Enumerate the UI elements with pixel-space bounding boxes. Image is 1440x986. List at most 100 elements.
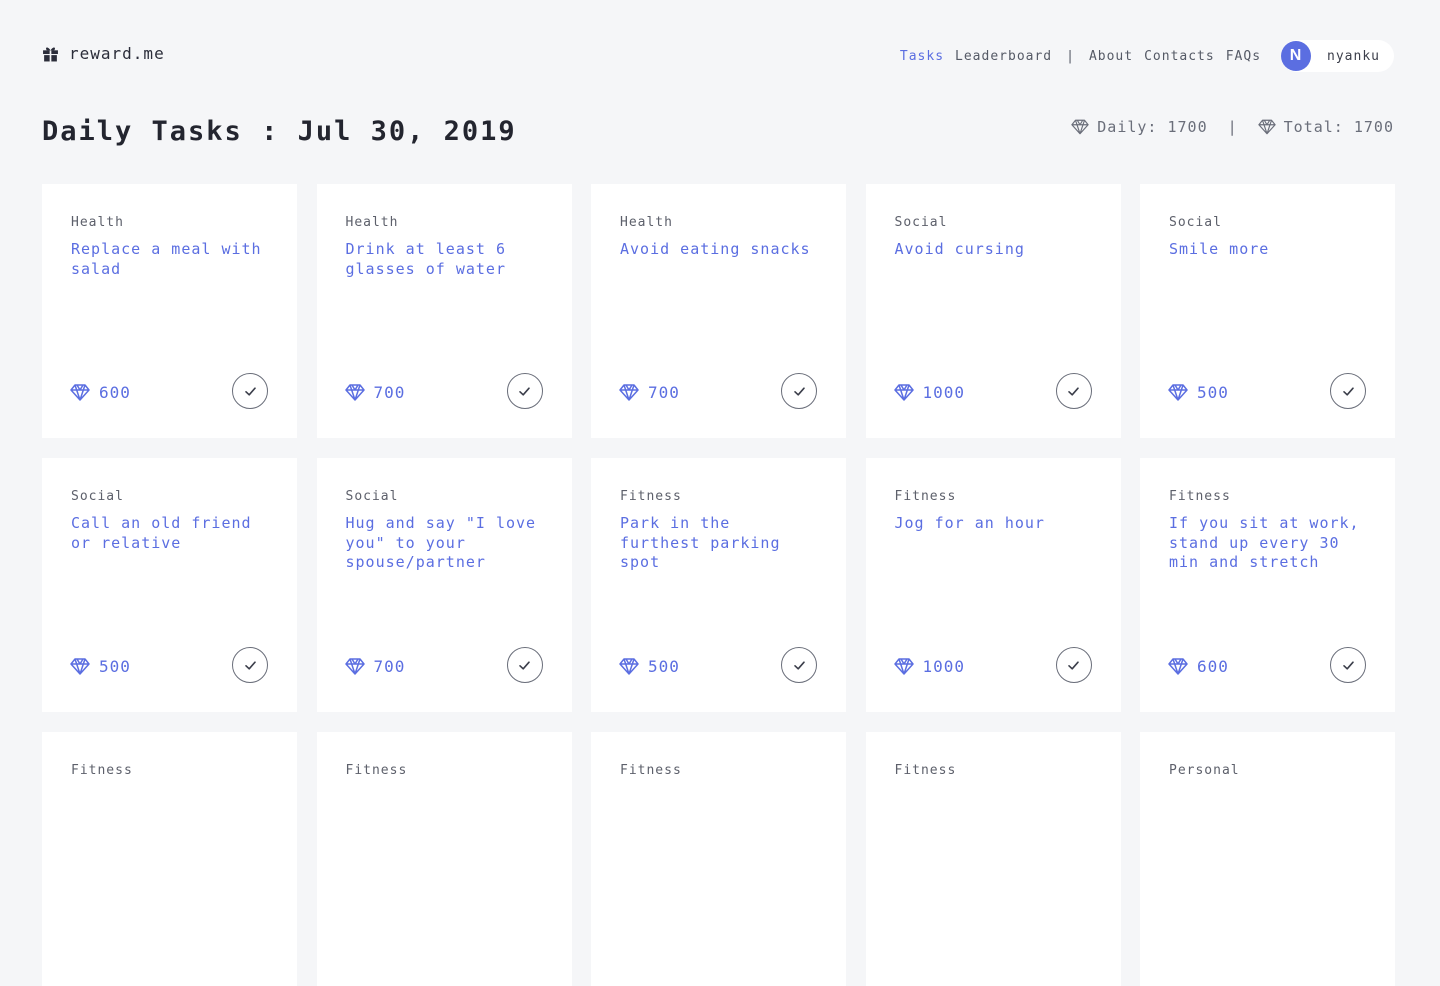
task-points: 700 (619, 381, 680, 403)
totals-divider: | (1227, 118, 1238, 136)
nav-about[interactable]: About (1089, 49, 1133, 64)
checkmark-icon (244, 660, 256, 670)
diamond-icon (1257, 119, 1276, 135)
task-points: 600 (1168, 655, 1229, 677)
task-title: Hug and say "I love you" to your spouse/… (345, 514, 537, 571)
nav-separator: | (1066, 48, 1075, 64)
task-category: Social (894, 215, 948, 230)
task-category: Fitness (345, 763, 408, 778)
task-category: Social (71, 489, 124, 504)
diamond-icon (619, 383, 639, 401)
task-title: Avoid cursing (894, 240, 1025, 258)
checkmark-icon (519, 386, 530, 396)
points-summary: Daily: 1700 | Total: 1700 (1071, 116, 1394, 138)
task-points-value: 500 (648, 656, 680, 676)
diamond-icon (893, 383, 914, 401)
task-points-value: 1000 (922, 382, 966, 402)
task-points-value: 600 (99, 382, 131, 402)
complete-task-button[interactable] (1055, 647, 1092, 683)
diamond-icon (1168, 657, 1188, 675)
brand-name: reward.me (69, 43, 165, 63)
checkmark-icon (1342, 660, 1354, 670)
task-category: Fitness (1169, 489, 1231, 504)
complete-task-button[interactable] (232, 373, 268, 409)
task-card[interactable]: Fitness Park in the furthest parking spot… (591, 458, 846, 712)
task-card[interactable]: Social Hug and say "I love you" to your s… (316, 458, 572, 712)
task-title: Replace a meal with salad (71, 240, 262, 278)
task-category: Health (345, 215, 399, 230)
task-points: 700 (344, 655, 406, 677)
diamond-icon (344, 383, 365, 401)
gift-icon (43, 46, 58, 61)
page-title: Daily Tasks : Jul 30, 2019 (42, 116, 517, 147)
nav-faqs[interactable]: FAQs (1226, 49, 1261, 64)
complete-task-button[interactable] (506, 647, 543, 683)
task-points: 1000 (893, 381, 966, 403)
task-category: Fitness (71, 763, 133, 778)
task-card[interactable]: Fitness (865, 732, 1121, 986)
task-title: Smile more (1169, 240, 1270, 258)
complete-task-button[interactable] (781, 373, 817, 409)
task-points-value: 700 (373, 382, 406, 402)
task-title: Park in the furthest parking spot (620, 514, 781, 571)
complete-task-button[interactable] (232, 647, 268, 683)
diamond-icon (344, 657, 365, 675)
task-category: Fitness (620, 489, 682, 504)
task-card[interactable]: Health Avoid eating snacks 700 (591, 184, 846, 438)
task-title: If you sit at work, stand up every 30 mi… (1169, 514, 1360, 571)
task-card[interactable]: Fitness If you sit at work, stand up ever… (1140, 458, 1395, 712)
task-card[interactable]: Social Smile more 500 (1140, 184, 1395, 438)
task-category: Fitness (620, 763, 682, 778)
task-points: 500 (70, 655, 131, 677)
task-title: Avoid eating snacks (620, 240, 811, 258)
task-points: 1000 (893, 655, 966, 677)
nav-tasks[interactable]: Tasks (900, 49, 944, 64)
complete-task-button[interactable] (1055, 373, 1092, 409)
task-category: Fitness (894, 489, 957, 504)
checkmark-icon (793, 660, 805, 670)
diamond-icon (893, 657, 914, 675)
task-category: Personal (1169, 763, 1240, 778)
complete-task-button[interactable] (1330, 647, 1366, 683)
checkmark-icon (793, 386, 805, 396)
task-category: Health (71, 215, 124, 230)
diamond-icon (619, 657, 639, 675)
task-points: 500 (1168, 381, 1229, 403)
task-category: Social (345, 489, 399, 504)
checkmark-icon (1068, 660, 1079, 670)
brand-logo[interactable]: reward.me (42, 42, 165, 64)
task-points-value: 1000 (922, 656, 966, 676)
task-grid: Health Replace a meal with salad 600 Health… (42, 184, 1395, 986)
task-card[interactable]: Social Call an old friend or relative 500 (42, 458, 297, 712)
task-points-value: 500 (1197, 382, 1229, 402)
task-card[interactable]: Health Drink at least 6 glasses of water 7… (316, 184, 572, 438)
checkmark-icon (519, 660, 530, 670)
nav-contacts[interactable]: Contacts (1144, 49, 1215, 64)
task-points: 600 (70, 381, 131, 403)
user-menu[interactable]: N nyanku (1281, 40, 1394, 72)
daily-points: Daily: 1700 (1097, 118, 1208, 136)
diamond-icon (70, 657, 90, 675)
task-card[interactable]: Personal (1140, 732, 1395, 986)
diamond-icon (1071, 119, 1089, 135)
top-header: reward.me Tasks Leaderboard | About Cont… (0, 0, 1440, 100)
diamond-icon (70, 383, 90, 401)
complete-task-button[interactable] (1330, 373, 1366, 409)
task-points-value: 700 (648, 382, 680, 402)
task-card[interactable]: Fitness (591, 732, 846, 986)
task-category: Social (1169, 215, 1222, 230)
complete-task-button[interactable] (781, 647, 817, 683)
task-card[interactable]: Health Replace a meal with salad 600 (42, 184, 297, 438)
task-card[interactable]: Fitness Jog for an hour 1000 (865, 458, 1121, 712)
checkmark-icon (1068, 386, 1079, 396)
task-category: Fitness (894, 763, 957, 778)
task-points: 500 (619, 655, 680, 677)
task-card[interactable]: Social Avoid cursing 1000 (865, 184, 1121, 438)
nav-leaderboard[interactable]: Leaderboard (955, 49, 1052, 64)
task-points: 700 (344, 381, 406, 403)
task-card[interactable]: Fitness (316, 732, 572, 986)
task-card[interactable]: Fitness (42, 732, 297, 986)
task-title: Call an old friend or relative (71, 514, 252, 552)
complete-task-button[interactable] (506, 373, 543, 409)
main-nav: Tasks Leaderboard | About Contacts FAQs … (900, 40, 1394, 72)
